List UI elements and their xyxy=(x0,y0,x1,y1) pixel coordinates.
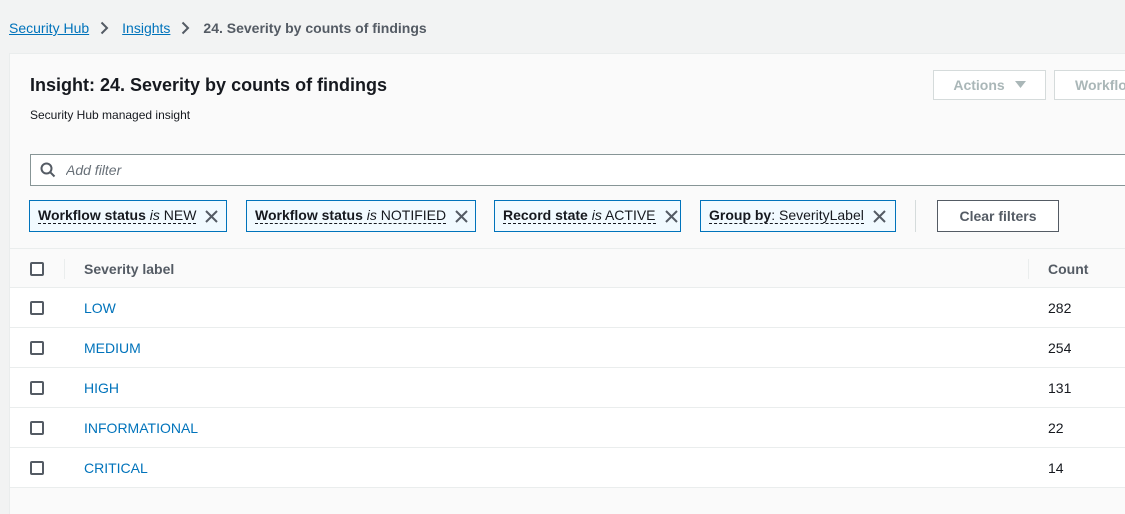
filter-bar xyxy=(30,154,1125,186)
caret-down-icon xyxy=(1014,81,1026,89)
column-separator xyxy=(1028,259,1029,279)
close-icon[interactable] xyxy=(873,209,886,223)
count-cell: 282 xyxy=(1048,300,1072,316)
table-row: LOW 282 xyxy=(10,288,1125,328)
table-row: MEDIUM 254 xyxy=(10,328,1125,368)
add-filter-input[interactable] xyxy=(64,161,668,179)
row-checkbox[interactable] xyxy=(30,421,44,435)
divider xyxy=(915,200,916,232)
column-header-count[interactable]: Count xyxy=(1048,261,1088,277)
clear-filters-button[interactable]: Clear filters xyxy=(937,200,1059,232)
breadcrumb-link-insights[interactable]: Insights xyxy=(122,20,170,36)
filter-token: Workflow status is NOTIFIED xyxy=(246,200,476,232)
severity-label-link[interactable]: INFORMATIONAL xyxy=(84,420,198,436)
chevron-right-icon xyxy=(181,21,190,35)
chevron-right-icon xyxy=(100,21,109,35)
actions-button[interactable]: Actions xyxy=(933,70,1046,100)
count-cell: 22 xyxy=(1048,420,1064,436)
table-row: INFORMATIONAL 22 xyxy=(10,408,1125,448)
severity-label-link[interactable]: MEDIUM xyxy=(84,340,141,356)
row-checkbox[interactable] xyxy=(30,461,44,475)
workflow-status-button[interactable]: Workflo xyxy=(1054,70,1125,100)
filter-token-text[interactable]: Group by: SeverityLabel xyxy=(709,208,864,224)
table-row: HIGH 131 xyxy=(10,368,1125,408)
severity-label-link[interactable]: LOW xyxy=(84,300,116,316)
table-row: CRITICAL 14 xyxy=(10,448,1125,488)
severity-label-link[interactable]: HIGH xyxy=(84,380,119,396)
filter-token: Workflow status is NEW xyxy=(29,200,227,232)
filter-token: Group by: SeverityLabel xyxy=(700,200,896,232)
count-cell: 131 xyxy=(1048,380,1072,396)
search-icon xyxy=(40,162,56,178)
filter-token-text[interactable]: Record state is ACTIVE xyxy=(503,208,656,224)
select-all-checkbox[interactable] xyxy=(30,262,44,276)
page-subtitle: Security Hub managed insight xyxy=(30,108,191,122)
workflow-button-label: Workflo xyxy=(1075,77,1125,93)
row-checkbox[interactable] xyxy=(30,301,44,315)
close-icon[interactable] xyxy=(664,209,678,223)
severity-label-link[interactable]: CRITICAL xyxy=(84,460,148,476)
page-title: Insight: 24. Severity by counts of findi… xyxy=(30,75,388,95)
close-icon[interactable] xyxy=(455,209,468,223)
breadcrumb: Security Hub Insights 24. Severity by co… xyxy=(9,18,427,38)
insight-panel: Insight: 24. Severity by counts of findi… xyxy=(9,53,1125,514)
breadcrumb-current: 24. Severity by counts of findings xyxy=(203,20,427,36)
filter-token-text[interactable]: Workflow status is NOTIFIED xyxy=(255,208,447,224)
row-checkbox[interactable] xyxy=(30,341,44,355)
row-checkbox[interactable] xyxy=(30,381,44,395)
column-separator xyxy=(64,259,65,279)
column-header-severity-label[interactable]: Severity label xyxy=(84,261,174,277)
count-cell: 254 xyxy=(1048,340,1072,356)
breadcrumb-link-security-hub[interactable]: Security Hub xyxy=(9,20,89,36)
table-header: Severity label Count xyxy=(10,248,1125,288)
actions-button-label: Actions xyxy=(953,77,1005,93)
close-icon[interactable] xyxy=(205,209,219,223)
filter-token: Record state is ACTIVE xyxy=(494,200,681,232)
count-cell: 14 xyxy=(1048,460,1064,476)
filter-token-text[interactable]: Workflow status is NEW xyxy=(38,208,197,224)
